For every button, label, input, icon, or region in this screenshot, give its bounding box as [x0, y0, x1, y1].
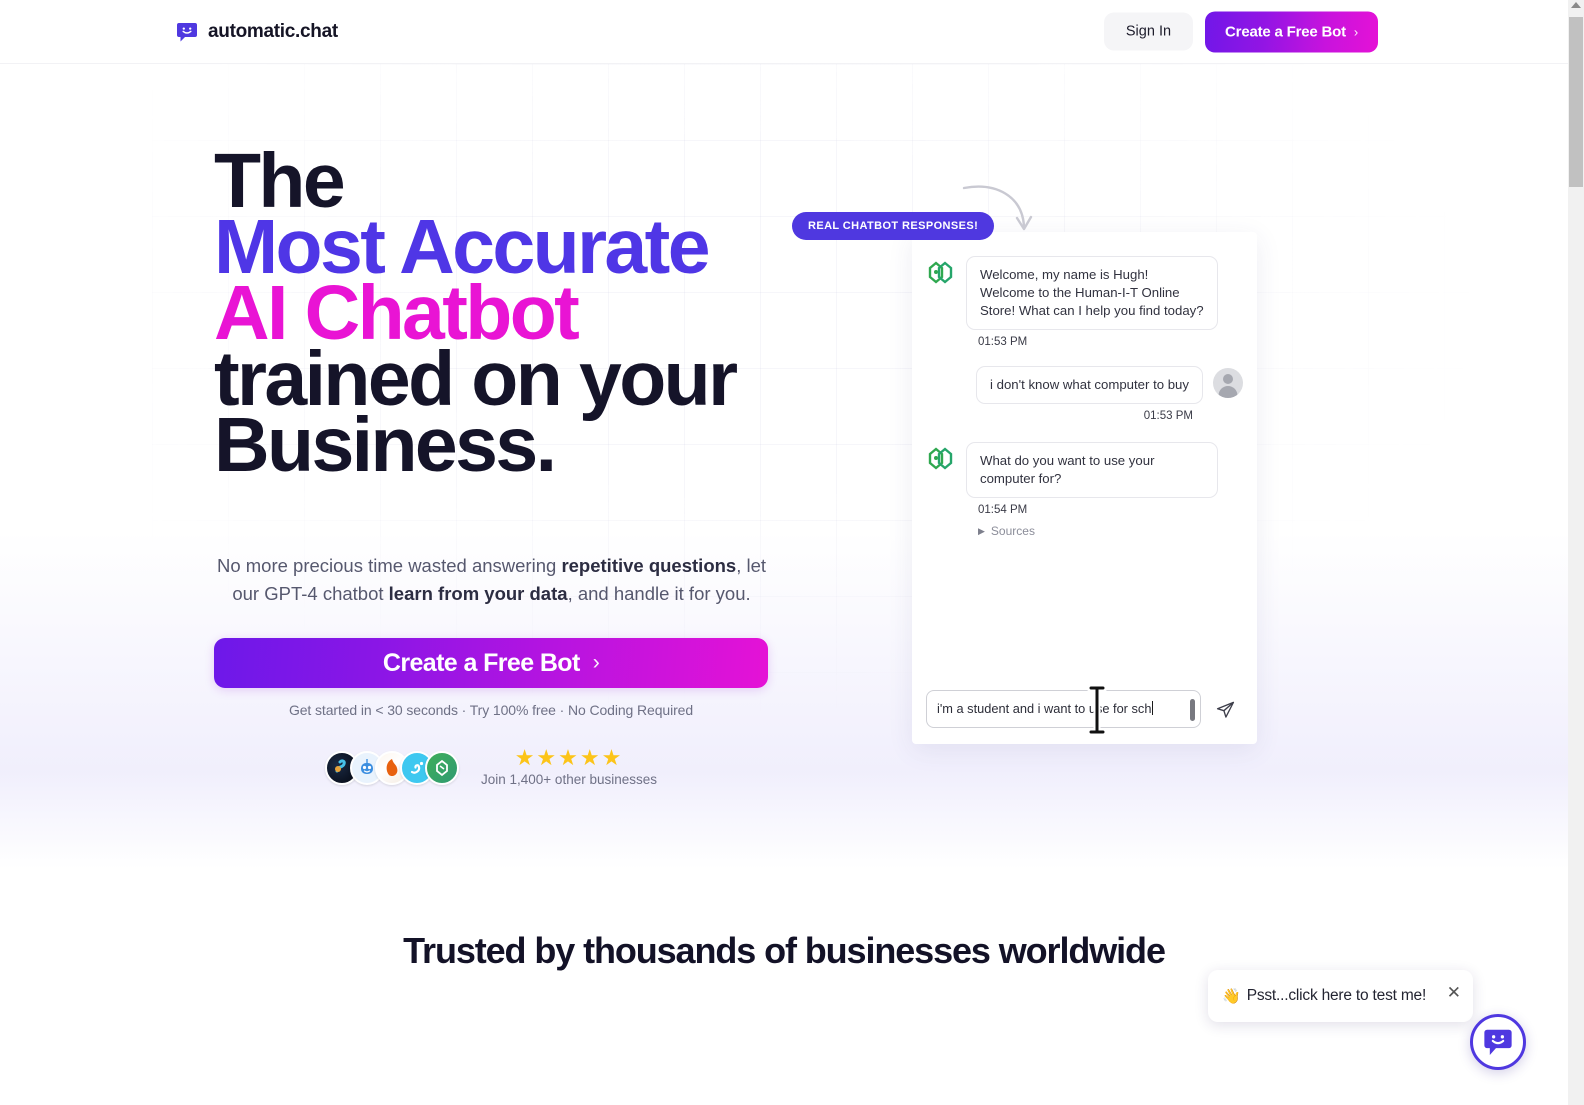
chat-input-value-line1: i'm a student and i want to use for [937, 701, 1128, 716]
hero-cta-label: Create a Free Bot [382, 648, 580, 677]
sources-label: Sources [990, 524, 1035, 538]
trusted-section: Trusted by thousands of businesses world… [0, 930, 1568, 972]
chat-input-value-line2: sch [1131, 701, 1152, 716]
chat-message-input[interactable]: i'm a student and i want to use for sch [926, 690, 1201, 728]
site-header: automatic.chat Sign In Create a Free Bot… [0, 0, 1568, 64]
header-cta-label: Create a Free Bot [1225, 23, 1346, 40]
hero-subheading: No more precious time wasted answering r… [214, 552, 769, 608]
subhead-part-3: , and handle it for you. [567, 583, 751, 604]
chat-bubble: i don't know what computer to buy [976, 366, 1203, 404]
page-root: automatic.chat Sign In Create a Free Bot… [0, 0, 1584, 1105]
chat-demo-panel: Welcome, my name is Hugh! Welcome to the… [912, 232, 1257, 744]
send-message-button[interactable] [1207, 691, 1243, 727]
chat-bubble: Welcome, my name is Hugh! Welcome to the… [966, 256, 1218, 330]
social-proof: ★★★★★ Join 1,400+ other businesses [214, 745, 768, 788]
hero-create-bot-button[interactable]: Create a Free Bot › [214, 638, 768, 688]
join-count-text: Join 1,400+ other businesses [481, 772, 657, 787]
trusted-heading: Trusted by thousands of businesses world… [403, 930, 1166, 971]
brand-logo[interactable]: automatic.chat [176, 21, 338, 43]
sign-in-button[interactable]: Sign In [1103, 12, 1194, 51]
chat-launcher-button[interactable] [1470, 1014, 1526, 1070]
brand-name: automatic.chat [208, 20, 338, 42]
rating-block: ★★★★★ Join 1,400+ other businesses [481, 745, 657, 788]
header-actions: Sign In Create a Free Bot › [1103, 11, 1378, 52]
chat-timestamp: 01:53 PM [978, 336, 1028, 348]
chevron-right-icon: › [1353, 24, 1358, 39]
headline-line-5: Business. [214, 402, 557, 488]
paper-plane-icon [1216, 701, 1234, 718]
page-scrollbar[interactable] [1568, 0, 1584, 1105]
subhead-bold-2: learn from your data [388, 583, 568, 604]
chat-message-bot: Welcome, my name is Hugh! Welcome to the… [926, 256, 1243, 330]
chat-timestamp: 01:54 PM [978, 504, 1028, 516]
sources-toggle[interactable]: ▶ Sources [978, 524, 1243, 538]
scrollbar-thumb[interactable] [1569, 17, 1583, 187]
avatar [425, 750, 459, 785]
user-avatar-icon [1213, 368, 1243, 398]
real-responses-badge: REAL CHATBOT RESPONSES! [792, 212, 995, 240]
hero-content: The Most Accurate AI Chatbot trained on … [214, 143, 854, 788]
chat-smile-icon [176, 21, 198, 43]
subhead-bold-1: repetitive questions [561, 555, 737, 576]
chat-teaser-text: Psst...click here to test me! [1246, 987, 1427, 1004]
chat-message-list: Welcome, my name is Hugh! Welcome to the… [912, 232, 1257, 678]
chat-timestamp: 01:53 PM [1143, 410, 1193, 422]
cta-note: Get started in < 30 seconds · Try 100% f… [288, 702, 694, 718]
chat-smile-icon [1484, 1029, 1512, 1055]
human-it-logo-icon [926, 446, 956, 472]
chevron-right-icon: › [592, 651, 600, 674]
star-rating-icon: ★★★★★ [514, 745, 624, 770]
chat-input-bar: i'm a student and i want to use for sch [912, 678, 1257, 744]
chat-message-bot: What do you want to use your computer fo… [926, 442, 1243, 498]
header-create-bot-button[interactable]: Create a Free Bot › [1205, 11, 1378, 52]
waving-hand-icon: 👋 [1222, 988, 1241, 1005]
close-icon[interactable]: ✕ [1447, 984, 1461, 1001]
chat-bubble: What do you want to use your computer fo… [966, 442, 1218, 498]
scroll-up-arrow-icon[interactable] [1571, 2, 1581, 8]
chat-message-user: i don't know what computer to buy [926, 366, 1243, 404]
subhead-part-1: No more precious time wasted answering [216, 555, 562, 576]
triangle-right-icon: ▶ [978, 525, 985, 536]
page-title: The Most Accurate AI Chatbot trained on … [214, 143, 854, 488]
hero-section: The Most Accurate AI Chatbot trained on … [0, 64, 1568, 869]
chat-teaser-bubble[interactable]: 👋 Psst...click here to test me! ✕ [1208, 970, 1473, 1022]
text-caret [1152, 701, 1154, 715]
customer-avatars [325, 750, 459, 785]
input-scrollbar[interactable] [1190, 699, 1195, 721]
human-it-logo-icon [926, 260, 956, 286]
